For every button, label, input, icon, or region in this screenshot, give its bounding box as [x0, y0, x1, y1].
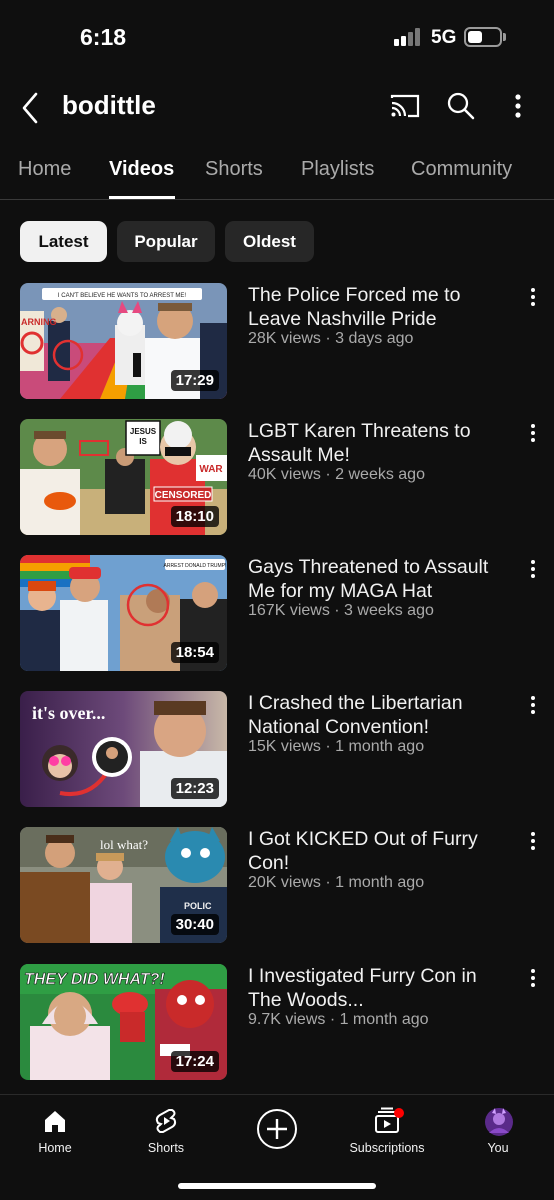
thumb-caption: THEY DID WHAT?!: [24, 971, 165, 988]
more-vert-icon: [531, 424, 535, 442]
nav-subscriptions-label: Subscriptions: [349, 1141, 425, 1155]
video-thumbnail[interactable]: ARREST DONALD TRUMP! 18:54: [20, 555, 227, 671]
nav-shorts-label: Shorts: [147, 1141, 185, 1155]
network-label: 5G: [431, 27, 457, 48]
video-item[interactable]: ARREST DONALD TRUMP! 18:54 Gays Threaten…: [0, 555, 554, 675]
channel-tabs: Home Videos Shorts Playlists Community: [0, 140, 554, 200]
video-title[interactable]: Gays Threatened to Assault Me for my MAG…: [248, 555, 510, 603]
video-title[interactable]: The Police Forced me to Leave Nashville …: [248, 283, 510, 331]
video-meta: 9.7K views · 1 month ago: [248, 1011, 429, 1028]
video-item[interactable]: JESUS IS WAR CENSORED 18:10 LGBT Karen T…: [0, 419, 554, 539]
create-icon: [257, 1109, 297, 1149]
battery-cap: [503, 33, 506, 41]
thumb-caption: lol what?: [100, 837, 148, 852]
signal-icon: [394, 28, 422, 46]
video-meta: 40K views · 2 weeks ago: [248, 466, 425, 483]
nav-create[interactable]: [227, 1101, 327, 1161]
video-thumbnail[interactable]: JESUS IS WAR CENSORED 18:10: [20, 419, 227, 535]
nav-you[interactable]: You: [448, 1101, 548, 1161]
status-bar: 6:18 5G: [0, 0, 554, 76]
more-options-button[interactable]: [498, 86, 538, 126]
chevron-left-icon: [22, 92, 38, 124]
video-thumbnail[interactable]: THEY DID WHAT?! 17:24: [20, 964, 227, 1080]
video-title[interactable]: LGBT Karen Threatens to Assault Me!: [248, 419, 510, 467]
chip-latest[interactable]: Latest: [20, 221, 107, 262]
video-duration: 30:40: [170, 914, 219, 935]
thumb-caption: ARREST DONALD TRUMP!: [164, 563, 227, 569]
video-meta: 167K views · 3 weeks ago: [248, 602, 434, 619]
status-time: 6:18: [80, 24, 127, 50]
tab-community[interactable]: Community: [411, 158, 512, 181]
nav-home-label: Home: [38, 1141, 72, 1155]
video-options-button[interactable]: [522, 829, 544, 853]
video-title[interactable]: I Got KICKED Out of Furry Con!: [248, 827, 510, 875]
more-vert-icon: [515, 94, 521, 118]
home-indicator[interactable]: [178, 1183, 376, 1189]
video-thumbnail[interactable]: lol what? POLIC 30:40: [20, 827, 227, 943]
channel-header: bodittle: [0, 76, 554, 136]
nav-you-label: You: [487, 1141, 509, 1155]
video-duration: 17:29: [170, 370, 219, 391]
avatar: [485, 1108, 513, 1136]
video-duration: 18:10: [170, 506, 219, 527]
video-thumbnail[interactable]: it's over... 12:23: [20, 691, 227, 807]
video-item[interactable]: I CAN'T BELIEVE HE WANTS TO ARREST ME! A…: [0, 283, 554, 403]
back-button[interactable]: [14, 84, 50, 128]
video-meta: 15K views · 1 month ago: [248, 738, 425, 755]
video-title[interactable]: I Investigated Furry Con in The Woods...: [248, 964, 510, 1012]
video-options-button[interactable]: [522, 285, 544, 309]
thumb-sign-a: JESUS: [130, 427, 157, 436]
more-vert-icon: [531, 832, 535, 850]
active-tab-indicator: [109, 196, 175, 199]
video-options-button[interactable]: [522, 693, 544, 717]
search-button[interactable]: [441, 86, 481, 126]
chip-oldest[interactable]: Oldest: [225, 221, 314, 262]
video-options-button[interactable]: [522, 557, 544, 581]
tab-home[interactable]: Home: [18, 158, 71, 181]
tab-videos[interactable]: Videos: [109, 158, 174, 181]
thumb-sign-b: IS: [139, 437, 147, 446]
cast-button[interactable]: [386, 86, 426, 126]
video-options-button[interactable]: [522, 421, 544, 445]
tab-playlists[interactable]: Playlists: [301, 158, 374, 181]
thumb-police: POLIC: [184, 901, 212, 911]
video-title[interactable]: I Crashed the Libertarian National Conve…: [248, 691, 510, 739]
home-icon: [45, 1111, 65, 1132]
thumb-warn: WAR: [199, 464, 223, 475]
more-vert-icon: [531, 969, 535, 987]
video-duration: 12:23: [170, 778, 219, 799]
channel-title: bodittle: [62, 90, 156, 120]
video-thumbnail[interactable]: I CAN'T BELIEVE HE WANTS TO ARREST ME! A…: [20, 283, 227, 399]
search-icon: [447, 92, 475, 120]
video-meta: 28K views · 3 days ago: [248, 330, 414, 347]
video-item[interactable]: it's over... 12:23 I Crashed the Liberta…: [0, 691, 554, 811]
chip-popular[interactable]: Popular: [117, 221, 215, 262]
video-duration: 18:54: [170, 642, 219, 663]
nav-home[interactable]: Home: [5, 1101, 105, 1161]
cast-icon: [390, 94, 420, 118]
video-meta: 20K views · 1 month ago: [248, 874, 425, 891]
video-item[interactable]: lol what? POLIC 30:40 I Got KICKED Out o…: [0, 827, 554, 947]
more-vert-icon: [531, 288, 535, 306]
more-vert-icon: [531, 560, 535, 578]
thumb-caption: I CAN'T BELIEVE HE WANTS TO ARREST ME!: [58, 293, 187, 299]
video-duration: 17:24: [170, 1051, 219, 1072]
battery-icon: [464, 27, 502, 47]
nav-subscriptions[interactable]: Subscriptions: [337, 1101, 437, 1161]
nav-shorts[interactable]: Shorts: [116, 1101, 216, 1161]
shorts-icon: [155, 1109, 177, 1133]
tab-shorts[interactable]: Shorts: [205, 158, 263, 181]
video-options-button[interactable]: [522, 966, 544, 990]
thumb-sign: ARNING: [21, 317, 57, 327]
thumb-censored: CENSORED: [155, 490, 212, 501]
video-item[interactable]: THEY DID WHAT?! 17:24 I Investigated Fur…: [0, 964, 554, 1084]
more-vert-icon: [531, 696, 535, 714]
thumb-caption: it's over...: [32, 703, 105, 723]
subscriptions-icon: [375, 1107, 404, 1133]
